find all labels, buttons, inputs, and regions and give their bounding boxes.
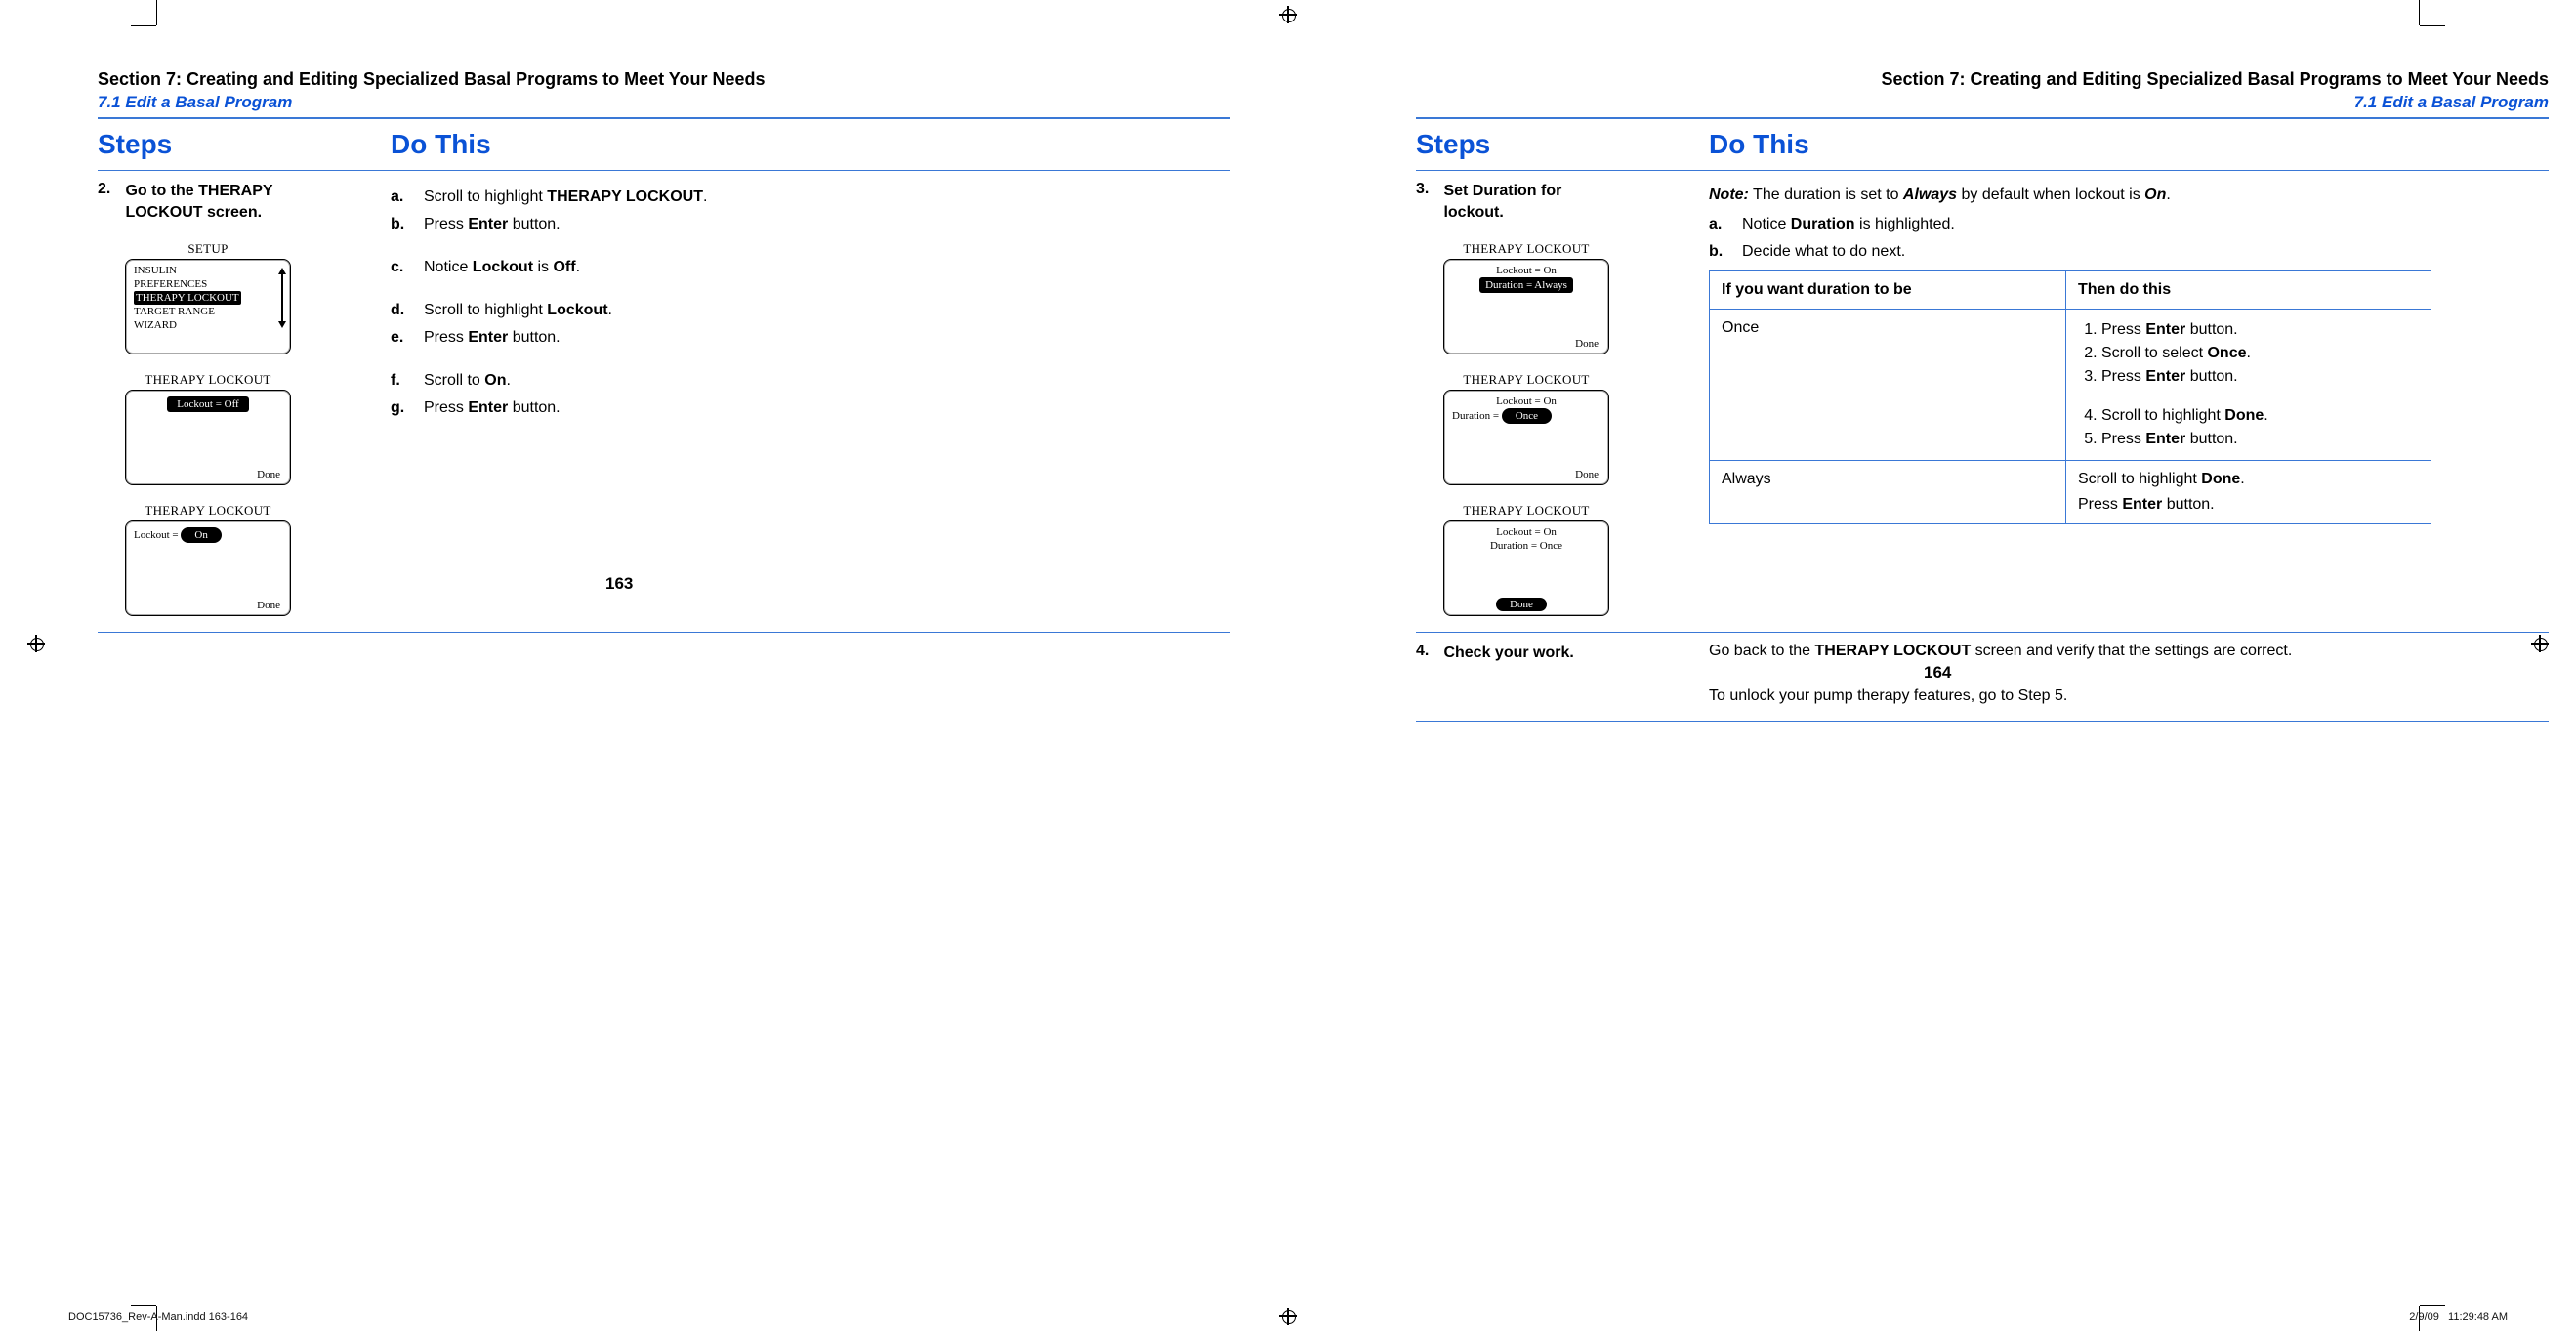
crop-mark [131, 1305, 156, 1306]
device-pill: Done [1496, 598, 1547, 611]
device-footer: Done [1444, 469, 1608, 484]
option-always: Always [1710, 461, 2066, 524]
device-line: Duration = Once [1452, 539, 1600, 553]
column-header-steps: Steps [98, 119, 391, 170]
step-4-tail: To unlock your pump therapy features, go… [1709, 687, 2537, 705]
substep-f: f.Scroll to On. [391, 370, 1219, 392]
registration-mark-icon [1279, 6, 1297, 23]
device-title: THERAPY LOCKOUT [1443, 241, 1609, 257]
page-header: Section 7: Creating and Editing Speciali… [98, 68, 1230, 113]
device-footer: Done [1444, 338, 1608, 354]
action-item: Press Enter button. [2101, 319, 2419, 341]
row-rule [98, 632, 1230, 633]
device-line: Lockout = Off [167, 396, 248, 412]
page-left: Section 7: Creating and Editing Speciali… [98, 68, 1230, 633]
device-footer: Done [126, 469, 290, 484]
step-2-instructions: a.Scroll to highlight THERAPY LOCKOUT. b… [391, 171, 1230, 632]
device-screen-duration-once-edit: THERAPY LOCKOUT Lockout = On Duration = … [1443, 372, 1609, 485]
device-line: Duration = Always [1452, 277, 1600, 293]
column-header-dothis: Do This [1709, 119, 2549, 170]
substep-b: b.Press Enter button. [391, 214, 1219, 235]
substep-c: c.Notice Lockout is Off. [391, 257, 1219, 278]
note: Note: The duration is set to Always by d… [1709, 185, 2537, 206]
menu-item: INSULIN [134, 264, 282, 277]
step-2: 2. Go to the THERAPY LOCKOUT screen. SET… [98, 171, 391, 632]
page-number: 164 [1924, 663, 1951, 683]
device-line: Lockout = [134, 529, 181, 541]
substep-e: e.Press Enter button. [391, 327, 1219, 349]
step-number: 3. [1416, 181, 1439, 198]
subsection-title: 7.1 Edit a Basal Program [1416, 92, 2549, 113]
device-footer: Done [1444, 598, 1608, 615]
device-screen-lockout-off: THERAPY LOCKOUT Lockout = Off Done [125, 372, 291, 485]
crop-mark [2420, 25, 2445, 26]
device-screen-duration-always: THERAPY LOCKOUT Lockout = On Duration = … [1443, 241, 1609, 354]
device-line: Lockout = On [1452, 395, 1600, 408]
action-item: Press Enter button. [2101, 429, 2419, 450]
registration-mark-icon [27, 635, 45, 652]
option-always-actions: Scroll to highlight Done. Press Enter bu… [2066, 461, 2431, 524]
step-3-instructions: Note: The duration is set to Always by d… [1709, 171, 2549, 632]
crop-mark [2420, 1305, 2445, 1306]
device-pill: Once [1502, 408, 1552, 424]
step-number: 4. [1416, 643, 1439, 660]
section-title: Section 7: Creating and Editing Speciali… [98, 68, 1230, 90]
substep-a: a.Notice Duration is highlighted. [1709, 214, 2537, 235]
device-screen-setup: SETUP INSULIN PREFERENCES THERAPY LOCKOU… [125, 241, 291, 354]
action-item: Press Enter button. [2101, 366, 2419, 388]
device-title: THERAPY LOCKOUT [1443, 372, 1609, 388]
crop-mark [131, 25, 156, 26]
device-line: Lockout = On [1452, 525, 1600, 539]
column-header-steps: Steps [1416, 119, 1709, 170]
step-title: Check your work. [1443, 643, 1687, 664]
menu-item: PREFERENCES [134, 277, 282, 291]
action-item: Scroll to highlight Done. [2101, 405, 2419, 427]
step-number: 2. [98, 181, 121, 198]
device-line: Duration = Once [1452, 408, 1600, 424]
option-once-actions: Press Enter button. Scroll to select Onc… [2066, 310, 2431, 461]
option-header-then: Then do this [2066, 271, 2431, 310]
substep-g: g.Press Enter button. [391, 397, 1219, 419]
subsection-title: 7.1 Edit a Basal Program [98, 92, 1230, 113]
menu-item: WIZARD [134, 318, 282, 332]
registration-mark-icon [1279, 1308, 1297, 1325]
device-title: SETUP [125, 241, 291, 257]
device-pill: On [181, 527, 221, 543]
menu-item: TARGET RANGE [134, 305, 282, 318]
step-title: Go to the THERAPY LOCKOUT screen. [125, 181, 369, 224]
step-title: Set Duration for lockout. [1443, 181, 1687, 224]
device-screen-lockout-on: THERAPY LOCKOUT Lockout = On Done [125, 503, 291, 616]
step-4-instructions: Go back to the THERAPY LOCKOUT screen an… [1709, 633, 2549, 721]
menu-item: THERAPY LOCKOUT [134, 291, 282, 305]
slug-right: 2/9/09 11:29:48 AM [2409, 1311, 2508, 1323]
device-title: THERAPY LOCKOUT [1443, 503, 1609, 519]
substep-a: a.Scroll to highlight THERAPY LOCKOUT. [391, 187, 1219, 208]
device-screen-duration-done: THERAPY LOCKOUT Lockout = On Duration = … [1443, 503, 1609, 616]
scroll-arrow-icon [276, 268, 286, 328]
option-table: If you want duration to be Then do this … [1709, 270, 2431, 524]
crop-mark [2419, 0, 2420, 25]
row-rule [1416, 721, 2549, 722]
print-sheet: Section 7: Creating and Editing Speciali… [0, 0, 2576, 1331]
device-title: THERAPY LOCKOUT [125, 503, 291, 519]
section-title: Section 7: Creating and Editing Speciali… [1416, 68, 2549, 90]
substep-d: d.Scroll to highlight Lockout. [391, 300, 1219, 321]
column-header-dothis: Do This [391, 119, 1230, 170]
device-title: THERAPY LOCKOUT [125, 372, 291, 388]
action-item: Scroll to select Once. [2101, 343, 2419, 364]
option-header-if: If you want duration to be [1710, 271, 2066, 310]
option-once: Once [1710, 310, 2066, 461]
substep-b: b.Decide what to do next. [1709, 241, 2537, 263]
page-header: Section 7: Creating and Editing Speciali… [1416, 68, 2549, 113]
page-right: Section 7: Creating and Editing Speciali… [1416, 68, 2549, 722]
slug-left: DOC15736_Rev-A-Man.indd 163-164 [68, 1311, 248, 1323]
step-4: 4. Check your work. [1416, 633, 1709, 721]
page-number: 163 [605, 574, 633, 594]
crop-mark [156, 0, 157, 25]
step-3: 3. Set Duration for lockout. THERAPY LOC… [1416, 171, 1709, 632]
device-line: Lockout = On [1452, 264, 1600, 277]
device-footer: Done [126, 600, 290, 615]
